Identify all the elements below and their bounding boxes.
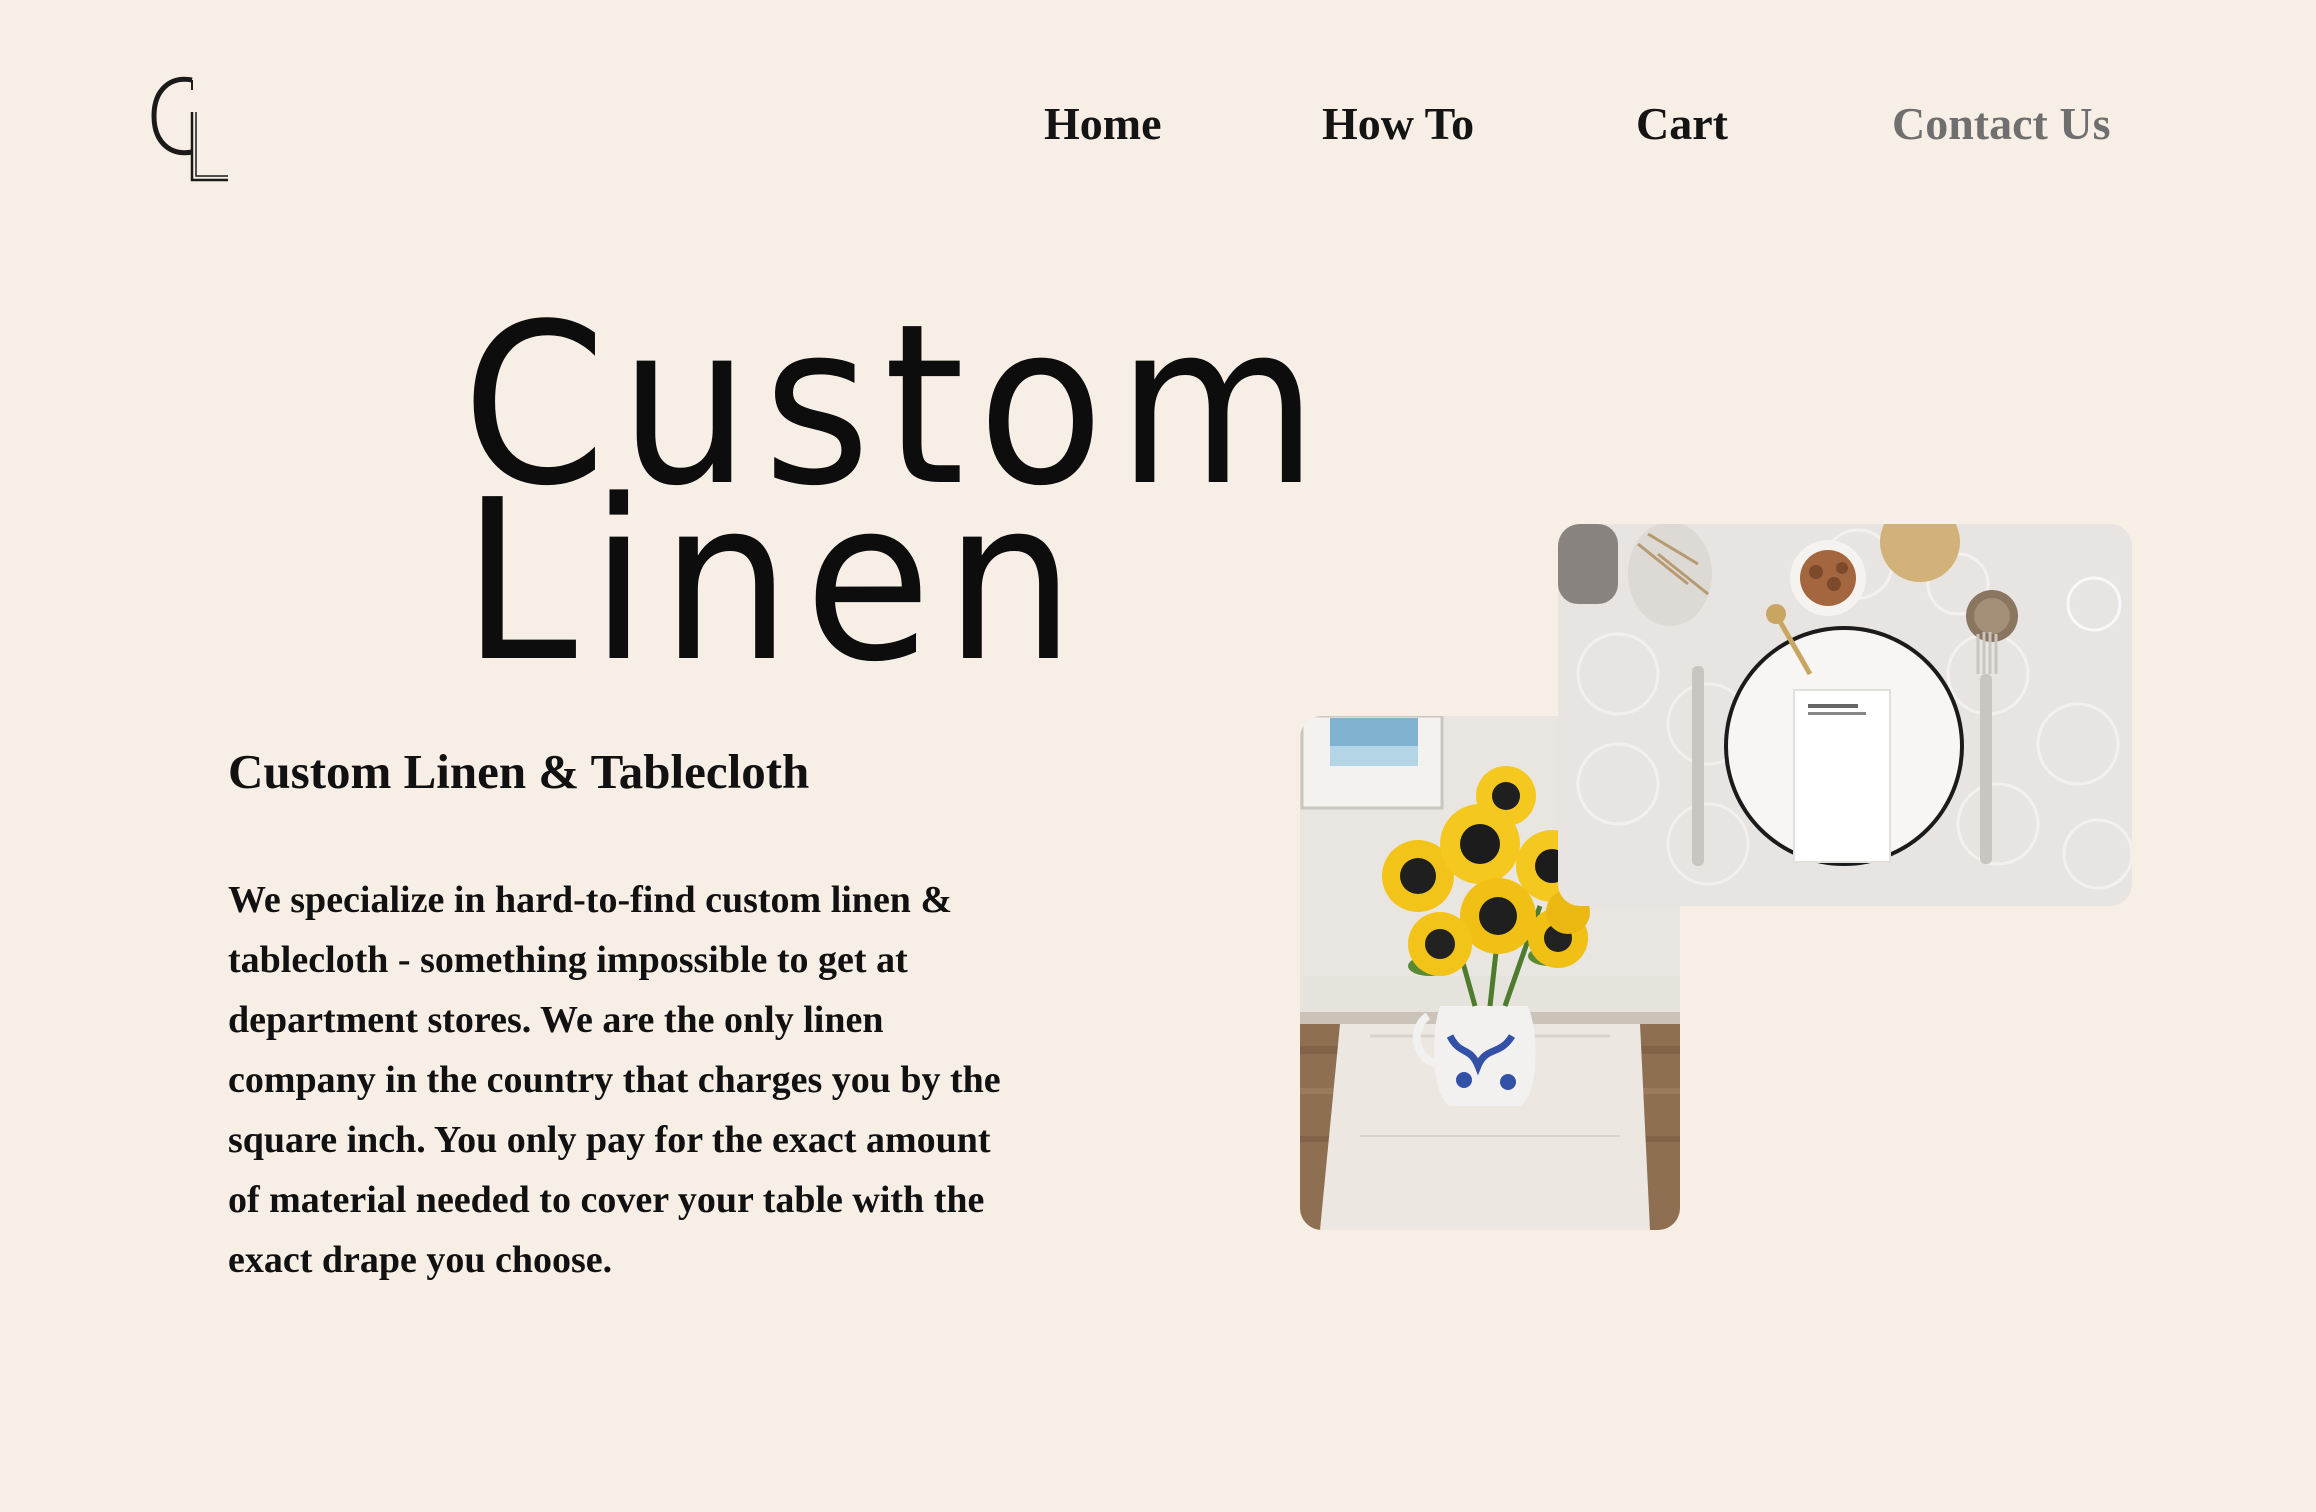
main-nav: Home How To Cart Contact Us — [1000, 92, 2160, 156]
nav-how-to-link[interactable]: How To — [1322, 92, 1474, 156]
hero-title: Custom Linen — [462, 295, 1362, 711]
brand-logo[interactable] — [148, 72, 232, 188]
table-setting-photo — [1558, 524, 2132, 906]
nav-home-link[interactable]: Home — [1044, 92, 1162, 156]
hero-subheading: Custom Linen & Tablecloth — [228, 744, 810, 799]
hero-title-line-2: Linen — [462, 453, 1089, 711]
nav-contact-us-link[interactable]: Contact Us — [1892, 92, 2110, 156]
cl-monogram-icon — [151, 76, 228, 182]
nav-cart-link[interactable]: Cart — [1636, 92, 1728, 156]
hero-description: We specialize in hard-to-find custom lin… — [228, 879, 1001, 1281]
